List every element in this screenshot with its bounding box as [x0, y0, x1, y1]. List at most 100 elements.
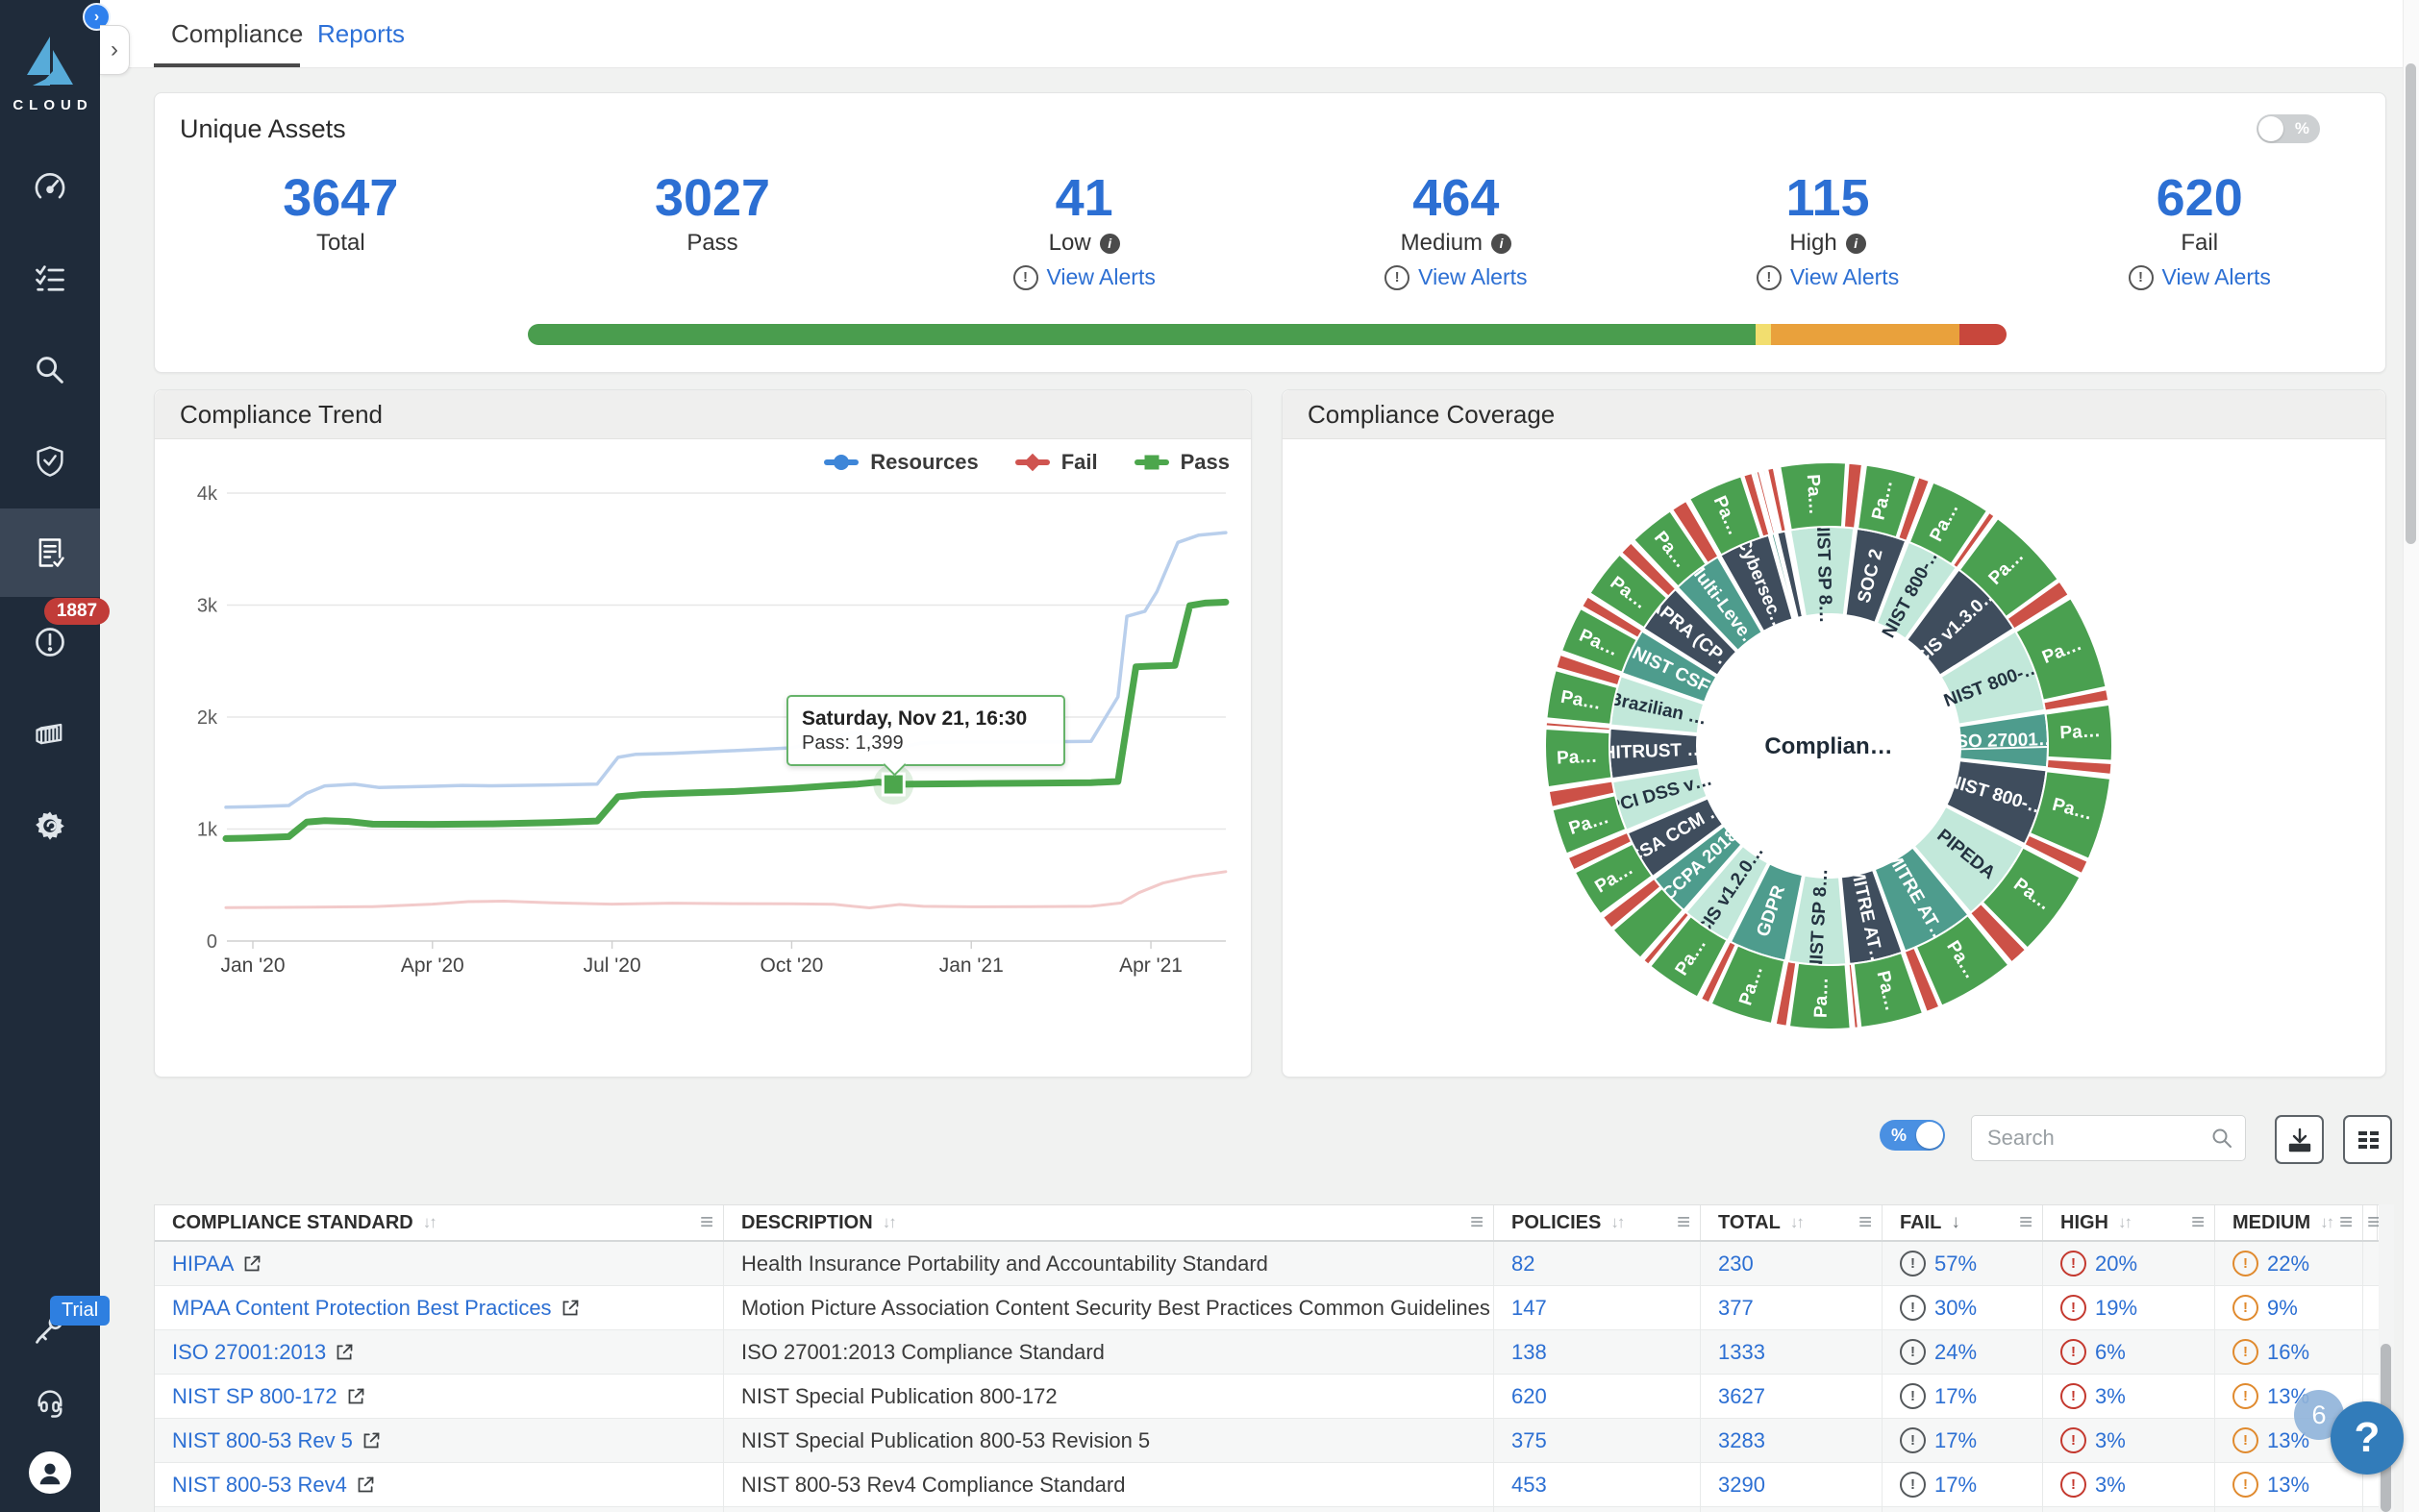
- standard-link[interactable]: ISO 27001:2013: [172, 1340, 326, 1365]
- column-header-description[interactable]: DESCRIPTION↓↑≡: [724, 1205, 1494, 1240]
- sort-icon[interactable]: ↓↑: [1610, 1213, 1623, 1232]
- sidebar-item-profile[interactable]: [29, 1451, 71, 1494]
- info-icon[interactable]: [1491, 234, 1511, 254]
- high-alert-icon: [2060, 1339, 2086, 1365]
- svg-text:Jan '21: Jan '21: [939, 954, 1004, 977]
- search-input[interactable]: [1985, 1121, 2201, 1155]
- sidebar-item-policies[interactable]: [0, 419, 100, 504]
- download-button[interactable]: [2275, 1115, 2324, 1164]
- column-menu-icon[interactable]: ≡: [2339, 1209, 2353, 1236]
- page-scrollbar-thumb[interactable]: [2406, 63, 2416, 544]
- cell-total-link[interactable]: 377: [1718, 1296, 1754, 1321]
- view-alerts-link[interactable]: View Alerts: [1642, 264, 2014, 290]
- trend-chart[interactable]: 01k2k3k4kJan '20Apr '20Jul '20Oct '20Jan…: [155, 438, 1251, 1077]
- column-header-compliance-standard[interactable]: COMPLIANCE STANDARD↓↑≡: [155, 1205, 724, 1240]
- standard-link[interactable]: NIST SP 800-172: [172, 1384, 337, 1409]
- column-menu-icon[interactable]: ≡: [2019, 1209, 2032, 1236]
- cell-policies-link[interactable]: 138: [1511, 1340, 1547, 1365]
- svg-text:3k: 3k: [197, 596, 218, 617]
- percent-toggle-off[interactable]: %: [2257, 114, 2320, 143]
- sidebar-item-dashboard[interactable]: [0, 145, 100, 230]
- cell-policies: 620: [1494, 1507, 1701, 1512]
- sidebar-item-inventory[interactable]: [0, 236, 100, 321]
- sort-icon[interactable]: ↓: [1951, 1212, 1958, 1233]
- fail-percent-value: 17%: [1934, 1384, 1977, 1409]
- table-header-row: COMPLIANCE STANDARD↓↑≡DESCRIPTION↓↑≡POLI…: [155, 1205, 2380, 1242]
- table-body: HIPAAHealth Insurance Portability and Ac…: [155, 1242, 2380, 1512]
- fail-percent-value: 17%: [1934, 1428, 1977, 1453]
- sidebar: CLOUD: [0, 0, 100, 1512]
- standard-link[interactable]: NIST 800-53 Rev4: [172, 1473, 347, 1498]
- cell-policies-link[interactable]: 453: [1511, 1473, 1547, 1498]
- view-alerts-link[interactable]: View Alerts: [2013, 264, 2385, 290]
- column-menu-icon[interactable]: ≡: [1677, 1209, 1690, 1236]
- sidebar-item-compute[interactable]: [0, 691, 100, 776]
- cell-medium-percent: 16%: [2215, 1330, 2363, 1374]
- medium-alert-icon: [2232, 1472, 2258, 1498]
- sidebar-item-settings[interactable]: [0, 782, 100, 867]
- cell-total-link[interactable]: 1333: [1718, 1340, 1765, 1365]
- sidebar-item-compliance[interactable]: [0, 508, 100, 597]
- sort-icon[interactable]: ↓↑: [1790, 1213, 1803, 1232]
- cell-total-link[interactable]: 3283: [1718, 1428, 1765, 1453]
- column-menu-icon[interactable]: ≡: [1470, 1209, 1484, 1236]
- toggle-percent-label: %: [2295, 119, 2309, 138]
- medium-percent-value: 22%: [2267, 1252, 2309, 1277]
- column-header-medium[interactable]: MEDIUM↓↑≡: [2215, 1205, 2363, 1240]
- legend-item-pass[interactable]: Pass: [1135, 450, 1230, 475]
- cell-total-link[interactable]: 3290: [1718, 1473, 1765, 1498]
- cell-policies-link[interactable]: 375: [1511, 1428, 1547, 1453]
- tab-compliance[interactable]: Compliance: [171, 0, 303, 67]
- percent-toggle-on[interactable]: %: [1880, 1120, 1945, 1151]
- stat-total: 3647 Total: [155, 170, 527, 290]
- legend-item-resources[interactable]: Resources: [824, 450, 979, 475]
- sidebar-expand-button[interactable]: ›: [100, 25, 130, 75]
- column-header-policies[interactable]: POLICIES↓↑≡: [1494, 1205, 1701, 1240]
- help-button[interactable]: ?: [2331, 1401, 2404, 1475]
- cell-total: 3627: [1701, 1375, 1883, 1418]
- column-settings-button[interactable]: [2343, 1115, 2392, 1164]
- coverage-sunburst-chart[interactable]: NIST SP 8…Pa…SOC 2Pa…NIST 800-…Pa…CIS v1…: [1540, 458, 2117, 1034]
- info-icon[interactable]: [1100, 234, 1120, 254]
- cell-total-link[interactable]: 3627: [1718, 1384, 1765, 1409]
- sort-icon[interactable]: ↓↑: [2320, 1213, 2332, 1232]
- sort-icon[interactable]: ↓↑: [423, 1213, 436, 1232]
- high-alert-icon: [2060, 1472, 2086, 1498]
- sort-icon[interactable]: ↓↑: [883, 1213, 895, 1232]
- column-label: HIGH: [2060, 1212, 2108, 1234]
- cell-policies-link[interactable]: 82: [1511, 1252, 1534, 1277]
- view-alerts-link[interactable]: View Alerts: [898, 264, 1270, 290]
- sidebar-item-investigate[interactable]: [0, 328, 100, 412]
- sort-icon[interactable]: ↓↑: [2118, 1213, 2131, 1232]
- cell-fail-percent: 17%: [1883, 1507, 2043, 1512]
- cell-policies-link[interactable]: 620: [1511, 1384, 1547, 1409]
- cell-policies: 138: [1494, 1330, 1701, 1374]
- bar-segment: [1771, 324, 1958, 345]
- column-header-total[interactable]: TOTAL↓↑≡: [1701, 1205, 1883, 1240]
- column-header-fail[interactable]: FAIL↓≡: [1883, 1205, 2043, 1240]
- cell-high-percent: 19%: [2043, 1286, 2215, 1329]
- cell-policies-link[interactable]: 147: [1511, 1296, 1547, 1321]
- standard-link[interactable]: MPAA Content Protection Best Practices: [172, 1296, 552, 1321]
- column-menu-icon[interactable]: ≡: [700, 1209, 713, 1236]
- cell-policies: 620: [1494, 1375, 1701, 1418]
- legend-item-fail[interactable]: Fail: [1015, 450, 1098, 475]
- column-header-high[interactable]: HIGH ↓↑ ≡: [2043, 1205, 2215, 1240]
- svg-text:Apr '21: Apr '21: [1119, 954, 1183, 977]
- bar-segment: [528, 324, 1756, 345]
- standard-link[interactable]: NIST 800-53 Rev 5: [172, 1428, 353, 1453]
- standard-link[interactable]: HIPAA: [172, 1252, 234, 1277]
- page-scrollbar[interactable]: [2403, 0, 2419, 1512]
- sidebar-item-support[interactable]: [0, 1361, 100, 1446]
- view-alerts-link[interactable]: View Alerts: [1270, 264, 1642, 290]
- column-menu-icon[interactable]: ≡: [2191, 1209, 2205, 1236]
- tab-reports[interactable]: Reports: [317, 0, 405, 67]
- column-menu-icon[interactable]: ≡: [1858, 1209, 1872, 1236]
- cell-standard: NIST SP 800-171 Revision 2: [155, 1507, 724, 1512]
- cell-fail-percent: 17%: [1883, 1375, 2043, 1418]
- info-icon[interactable]: [1846, 234, 1866, 254]
- table-row: MPAA Content Protection Best PracticesMo…: [155, 1286, 2380, 1330]
- cell-total-link[interactable]: 230: [1718, 1252, 1754, 1277]
- card-title: Compliance Trend: [155, 390, 1251, 439]
- medium-alert-icon: [2232, 1427, 2258, 1453]
